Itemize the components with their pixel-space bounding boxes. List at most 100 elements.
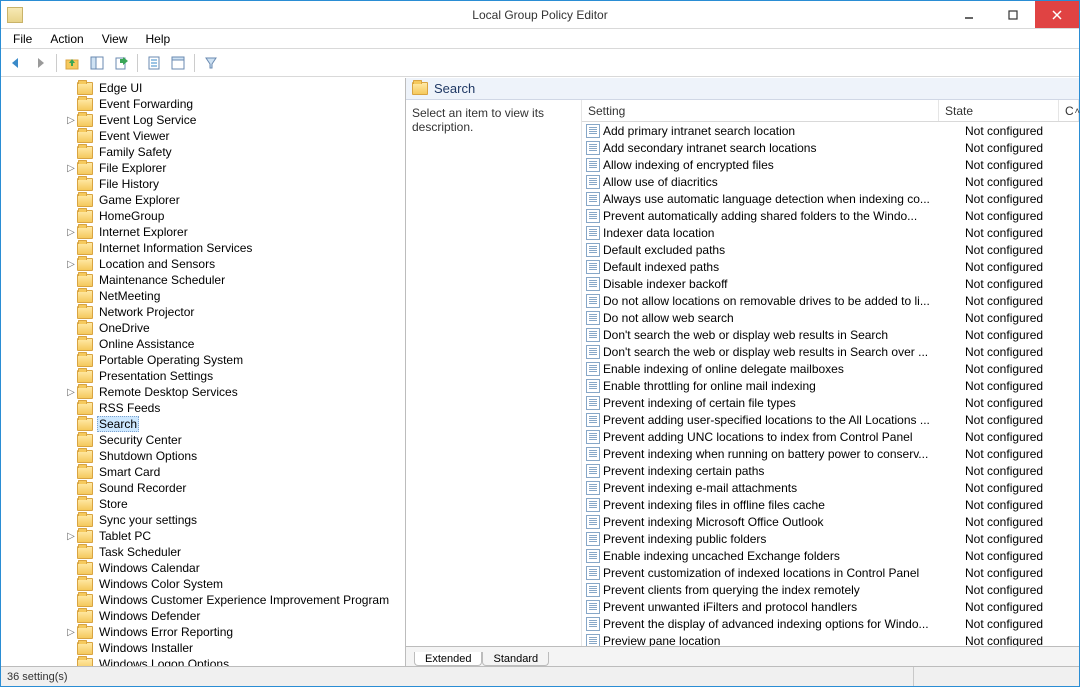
- setting-row[interactable]: Prevent customization of indexed locatio…: [582, 564, 1079, 581]
- expand-icon[interactable]: ▷: [65, 387, 77, 398]
- tree-item[interactable]: Windows Defender: [1, 608, 405, 624]
- tree-item[interactable]: Edge UI: [1, 80, 405, 96]
- list-body[interactable]: Add primary intranet search locationNot …: [582, 122, 1079, 646]
- menu-action[interactable]: Action: [42, 31, 91, 47]
- setting-row[interactable]: Always use automatic language detection …: [582, 190, 1079, 207]
- tab-standard[interactable]: Standard: [482, 652, 549, 666]
- setting-row[interactable]: Do not allow locations on removable driv…: [582, 292, 1079, 309]
- expand-icon[interactable]: ▷: [65, 259, 77, 270]
- setting-row[interactable]: Prevent indexing certain pathsNot config…: [582, 462, 1079, 479]
- tree-item[interactable]: ▷Event Log Service: [1, 112, 405, 128]
- setting-row[interactable]: Enable indexing uncached Exchange folder…: [582, 547, 1079, 564]
- tree-item[interactable]: Network Projector: [1, 304, 405, 320]
- setting-row[interactable]: Don't search the web or display web resu…: [582, 343, 1079, 360]
- tree-pane[interactable]: Edge UIEvent Forwarding▷Event Log Servic…: [1, 78, 406, 666]
- tree-item[interactable]: OneDrive: [1, 320, 405, 336]
- expand-icon[interactable]: ▷: [65, 227, 77, 238]
- tree-item[interactable]: ▷Internet Explorer: [1, 224, 405, 240]
- tree-item[interactable]: ▷Tablet PC: [1, 528, 405, 544]
- minimize-button[interactable]: [947, 1, 991, 28]
- tree-item[interactable]: Family Safety: [1, 144, 405, 160]
- tab-extended[interactable]: Extended: [414, 652, 482, 666]
- setting-row[interactable]: Default indexed pathsNot configured: [582, 258, 1079, 275]
- setting-row[interactable]: Preview pane locationNot configured: [582, 632, 1079, 646]
- maximize-button[interactable]: [991, 1, 1035, 28]
- setting-row[interactable]: Prevent adding user-specified locations …: [582, 411, 1079, 428]
- expand-icon[interactable]: ▷: [65, 115, 77, 126]
- tree-item[interactable]: NetMeeting: [1, 288, 405, 304]
- setting-row[interactable]: Prevent indexing Microsoft Office Outloo…: [582, 513, 1079, 530]
- filter-button[interactable]: [200, 52, 222, 74]
- tree-item[interactable]: Presentation Settings: [1, 368, 405, 384]
- tree-item[interactable]: Search: [1, 416, 405, 432]
- tree-item[interactable]: Smart Card: [1, 464, 405, 480]
- setting-row[interactable]: Allow use of diacriticsNot configured: [582, 173, 1079, 190]
- tree-item[interactable]: File History: [1, 176, 405, 192]
- tree-item[interactable]: Store: [1, 496, 405, 512]
- expand-icon[interactable]: ▷: [65, 531, 77, 542]
- setting-row[interactable]: Disable indexer backoffNot configured: [582, 275, 1079, 292]
- setting-row[interactable]: Prevent the display of advanced indexing…: [582, 615, 1079, 632]
- setting-row[interactable]: Prevent indexing e-mail attachmentsNot c…: [582, 479, 1079, 496]
- show-hide-tree-button[interactable]: [86, 52, 108, 74]
- tree-item[interactable]: Windows Color System: [1, 576, 405, 592]
- setting-row[interactable]: Prevent unwanted iFilters and protocol h…: [582, 598, 1079, 615]
- menu-file[interactable]: File: [5, 31, 40, 47]
- setting-row[interactable]: Default excluded pathsNot configured: [582, 241, 1079, 258]
- setting-row[interactable]: Prevent clients from querying the index …: [582, 581, 1079, 598]
- column-comment[interactable]: C˄: [1059, 100, 1079, 121]
- tree-item[interactable]: Security Center: [1, 432, 405, 448]
- tree-item[interactable]: Windows Installer: [1, 640, 405, 656]
- menu-help[interactable]: Help: [138, 31, 179, 47]
- setting-row[interactable]: Indexer data locationNot configured: [582, 224, 1079, 241]
- column-state[interactable]: State: [939, 100, 1059, 121]
- policy-icon: [586, 243, 600, 257]
- forward-button[interactable]: [29, 52, 51, 74]
- tree-item[interactable]: Event Viewer: [1, 128, 405, 144]
- tree-item[interactable]: Windows Calendar: [1, 560, 405, 576]
- close-button[interactable]: [1035, 1, 1079, 28]
- expand-icon[interactable]: ▷: [65, 627, 77, 638]
- tree-item[interactable]: ▷Location and Sensors: [1, 256, 405, 272]
- tree-item[interactable]: RSS Feeds: [1, 400, 405, 416]
- setting-row[interactable]: Prevent indexing when running on battery…: [582, 445, 1079, 462]
- setting-row[interactable]: Enable indexing of online delegate mailb…: [582, 360, 1079, 377]
- tree-item[interactable]: Sync your settings: [1, 512, 405, 528]
- tree-item[interactable]: Windows Customer Experience Improvement …: [1, 592, 405, 608]
- setting-row[interactable]: Do not allow web searchNot configured: [582, 309, 1079, 326]
- refresh-button[interactable]: [143, 52, 165, 74]
- tree-item[interactable]: HomeGroup: [1, 208, 405, 224]
- setting-row[interactable]: Enable throttling for online mail indexi…: [582, 377, 1079, 394]
- setting-row[interactable]: Allow indexing of encrypted filesNot con…: [582, 156, 1079, 173]
- setting-row[interactable]: Prevent adding UNC locations to index fr…: [582, 428, 1079, 445]
- tree-item[interactable]: Sound Recorder: [1, 480, 405, 496]
- tree-item[interactable]: Shutdown Options: [1, 448, 405, 464]
- setting-row[interactable]: Don't search the web or display web resu…: [582, 326, 1079, 343]
- tree-item[interactable]: Event Forwarding: [1, 96, 405, 112]
- menu-view[interactable]: View: [94, 31, 136, 47]
- export-button[interactable]: [110, 52, 132, 74]
- expand-icon[interactable]: ▷: [65, 163, 77, 174]
- setting-row[interactable]: Add secondary intranet search locationsN…: [582, 139, 1079, 156]
- tree-item[interactable]: ▷File Explorer: [1, 160, 405, 176]
- tree-item[interactable]: Online Assistance: [1, 336, 405, 352]
- up-button[interactable]: [62, 52, 84, 74]
- setting-row[interactable]: Prevent indexing public foldersNot confi…: [582, 530, 1079, 547]
- setting-name: Allow indexing of encrypted files: [603, 158, 959, 172]
- setting-row[interactable]: Add primary intranet search locationNot …: [582, 122, 1079, 139]
- setting-state: Not configured: [959, 345, 1079, 359]
- setting-row[interactable]: Prevent automatically adding shared fold…: [582, 207, 1079, 224]
- back-button[interactable]: [5, 52, 27, 74]
- setting-row[interactable]: Prevent indexing files in offline files …: [582, 496, 1079, 513]
- tree-item[interactable]: Game Explorer: [1, 192, 405, 208]
- tree-item[interactable]: Task Scheduler: [1, 544, 405, 560]
- tree-item[interactable]: ▷Remote Desktop Services: [1, 384, 405, 400]
- tree-item[interactable]: Portable Operating System: [1, 352, 405, 368]
- tree-item[interactable]: Maintenance Scheduler: [1, 272, 405, 288]
- tree-item[interactable]: Windows Logon Options: [1, 656, 405, 666]
- setting-row[interactable]: Prevent indexing of certain file typesNo…: [582, 394, 1079, 411]
- properties-button[interactable]: [167, 52, 189, 74]
- tree-item[interactable]: Internet Information Services: [1, 240, 405, 256]
- tree-item[interactable]: ▷Windows Error Reporting: [1, 624, 405, 640]
- column-setting[interactable]: Setting: [582, 100, 939, 121]
